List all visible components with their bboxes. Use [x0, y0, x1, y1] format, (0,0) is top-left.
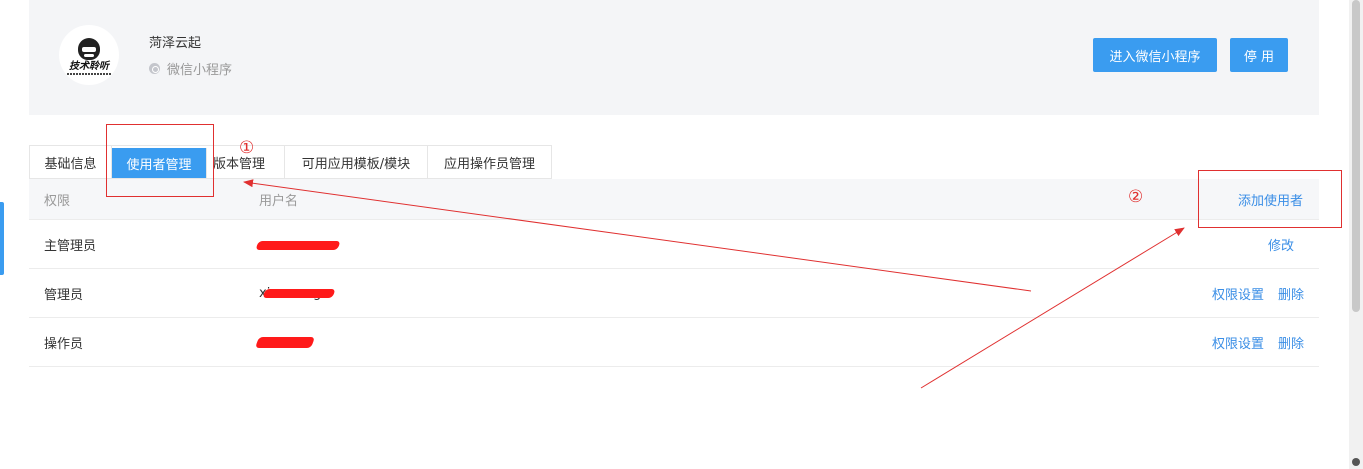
row-role: 主管理员	[44, 238, 97, 254]
row-actions: 权限设置 删除	[1212, 284, 1304, 303]
app-type-label: 微信小程序	[167, 63, 233, 78]
annotation-box-tab	[106, 124, 214, 197]
redacted-username	[254, 337, 316, 348]
redacted-username	[255, 241, 341, 250]
header-role: 权限	[44, 193, 71, 209]
table-header: 权限 用户名 添加使用者	[29, 179, 1319, 220]
left-edge-accent	[0, 202, 4, 275]
table-row: 操作员 权限设置 删除	[29, 318, 1319, 367]
vertical-scrollbar[interactable]	[1349, 0, 1363, 469]
table-row: 主管理员 修改	[29, 220, 1319, 269]
app-type: 微信小程序	[149, 59, 232, 78]
permission-settings-link[interactable]: 权限设置	[1212, 333, 1264, 352]
table-row: 管理员 xi g 权限设置 删除	[29, 269, 1319, 318]
permission-settings-link[interactable]: 权限设置	[1212, 284, 1264, 303]
enter-miniprogram-button[interactable]: 进入微信小程序	[1093, 38, 1217, 72]
app-avatar: 技术聆听	[59, 25, 119, 85]
annotation-box-add	[1198, 170, 1342, 228]
page: 技术聆听 菏泽云起 微信小程序 进入微信小程序 停 用 基础信息 使用者管理 版…	[0, 0, 1363, 469]
miniprogram-icon	[149, 63, 160, 74]
app-name: 菏泽云起	[149, 36, 202, 51]
logo-face-icon	[78, 37, 100, 60]
tab-operator-management[interactable]: 应用操作员管理	[428, 146, 551, 178]
delete-link[interactable]: 删除	[1278, 284, 1304, 303]
scrollbar-thumb[interactable]	[1352, 0, 1360, 312]
logo-text: 技术聆听	[69, 60, 109, 72]
annotation-number-1: ①	[239, 138, 255, 158]
header-username: 用户名	[259, 193, 299, 209]
row-actions: 修改	[1268, 235, 1294, 254]
row-role: 管理员	[44, 287, 84, 303]
row-actions: 权限设置 删除	[1212, 333, 1304, 352]
users-table: 权限 用户名 添加使用者 主管理员 修改 管理员 xi g 权限设置 删除 操作…	[29, 179, 1319, 367]
tab-basic-info[interactable]: 基础信息	[30, 146, 112, 178]
row-role: 操作员	[44, 336, 84, 352]
delete-link[interactable]: 删除	[1278, 333, 1304, 352]
redacted-username	[262, 289, 336, 298]
scrollbar-bottom-indicator	[1352, 458, 1360, 466]
tab-available-templates[interactable]: 可用应用模板/模块	[285, 146, 428, 178]
edit-link[interactable]: 修改	[1268, 235, 1294, 254]
annotation-number-2: ②	[1128, 187, 1144, 207]
disable-button[interactable]: 停 用	[1230, 38, 1288, 72]
logo-subline	[67, 72, 111, 75]
app-info-card: 技术聆听 菏泽云起 微信小程序 进入微信小程序 停 用	[29, 0, 1319, 115]
